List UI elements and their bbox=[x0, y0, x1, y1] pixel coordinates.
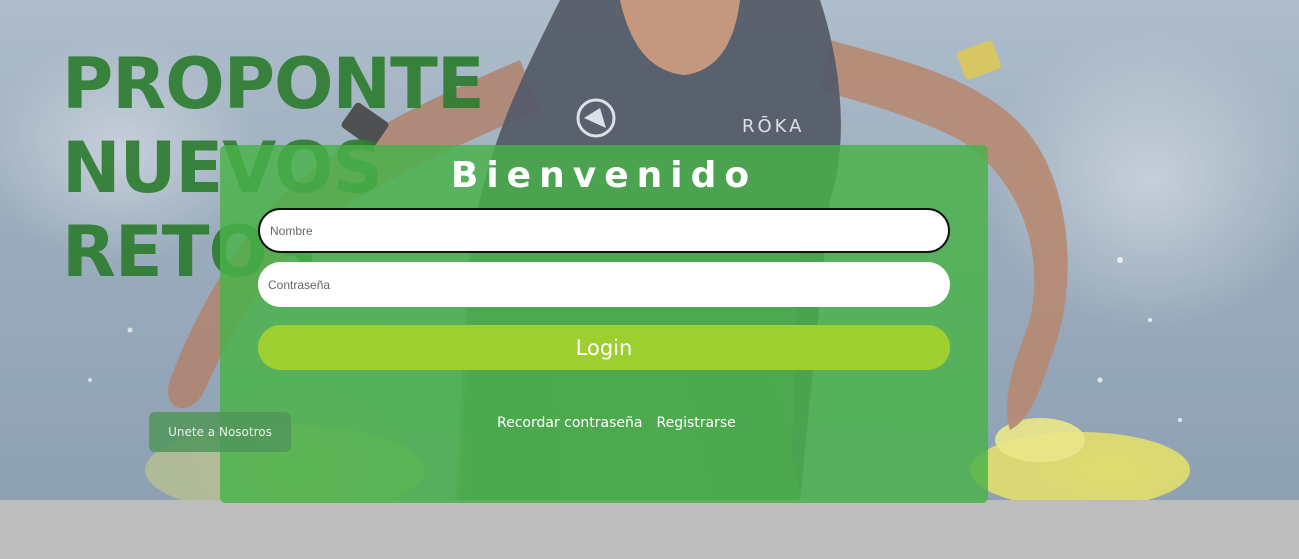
login-button[interactable]: Login bbox=[258, 325, 950, 370]
join-us-button[interactable]: Unete a Nosotros bbox=[149, 412, 291, 452]
remember-password-link[interactable]: Recordar contraseña bbox=[497, 415, 642, 431]
login-links: Recordar contraseña Registrarse bbox=[497, 415, 736, 431]
register-link[interactable]: Registrarse bbox=[656, 415, 735, 431]
username-input[interactable] bbox=[258, 208, 950, 253]
password-input[interactable] bbox=[258, 262, 950, 307]
login-panel: Bienvenido Login Recordar contraseña Regi… bbox=[220, 145, 988, 503]
login-title: Bienvenido bbox=[450, 155, 758, 196]
headline-line-1: PROPONTE bbox=[62, 43, 485, 125]
